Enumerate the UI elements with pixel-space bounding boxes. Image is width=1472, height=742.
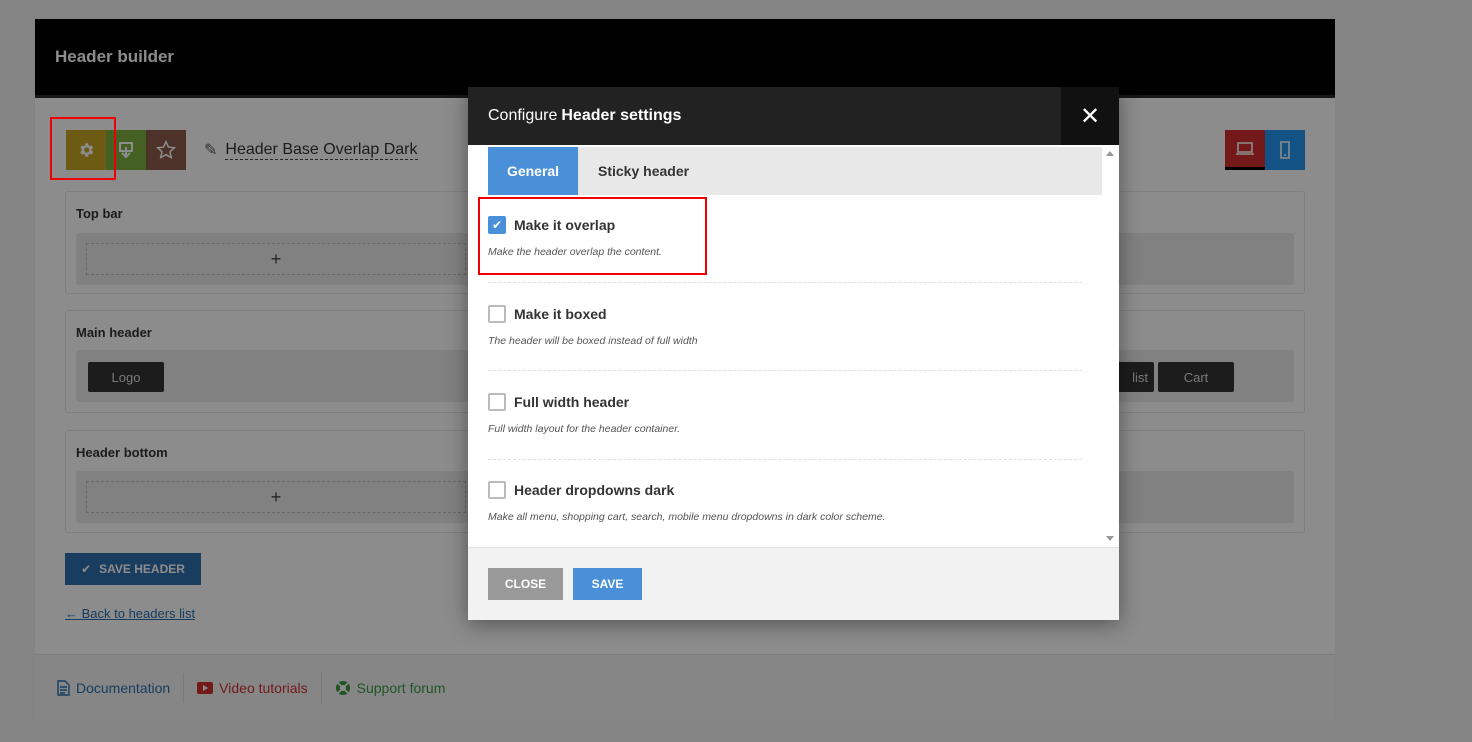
scroll-up-arrow-icon[interactable] xyxy=(1106,151,1114,156)
save-button[interactable]: SAVE xyxy=(573,568,642,600)
modal-footer: CLOSE SAVE xyxy=(468,547,1119,620)
divider xyxy=(488,459,1082,460)
option-header-dropdowns-dark: Header dropdowns dark Make all menu, sho… xyxy=(488,481,1082,523)
option-label: Header dropdowns dark xyxy=(514,482,675,498)
tab-general[interactable]: General xyxy=(488,147,578,195)
modal-title-prefix: Configure xyxy=(488,107,558,124)
divider xyxy=(488,370,1082,371)
close-button[interactable]: CLOSE xyxy=(488,568,563,600)
scroll-down-arrow-icon[interactable] xyxy=(1106,536,1114,541)
modal-title: Header settings xyxy=(561,107,682,124)
close-icon[interactable]: ✕ xyxy=(1061,87,1119,145)
option-description: Make all menu, shopping cart, search, mo… xyxy=(488,511,886,523)
option-make-it-boxed: Make it boxed The header will be boxed i… xyxy=(488,305,1082,347)
modal-header: Configure Header settings ✕ xyxy=(468,87,1119,145)
divider xyxy=(488,282,1082,283)
option-label: Make it boxed xyxy=(514,306,607,322)
option-description: Full width layout for the header contain… xyxy=(488,423,681,435)
modal-scrollbar[interactable] xyxy=(1103,145,1117,547)
settings-tabs: General Sticky header xyxy=(488,147,1102,195)
option-label: Full width header xyxy=(514,394,630,410)
dropdowns-dark-checkbox[interactable] xyxy=(488,481,506,499)
overlap-highlight-box xyxy=(478,197,707,275)
option-description: The header will be boxed instead of full… xyxy=(488,335,698,347)
full-width-checkbox[interactable] xyxy=(488,393,506,411)
boxed-checkbox[interactable] xyxy=(488,305,506,323)
header-settings-modal: Configure Header settings ✕ General Stic… xyxy=(468,87,1119,620)
option-full-width-header: Full width header Full width layout for … xyxy=(488,393,1082,435)
settings-highlight-box xyxy=(50,117,116,180)
tab-sticky-header[interactable]: Sticky header xyxy=(578,147,709,195)
